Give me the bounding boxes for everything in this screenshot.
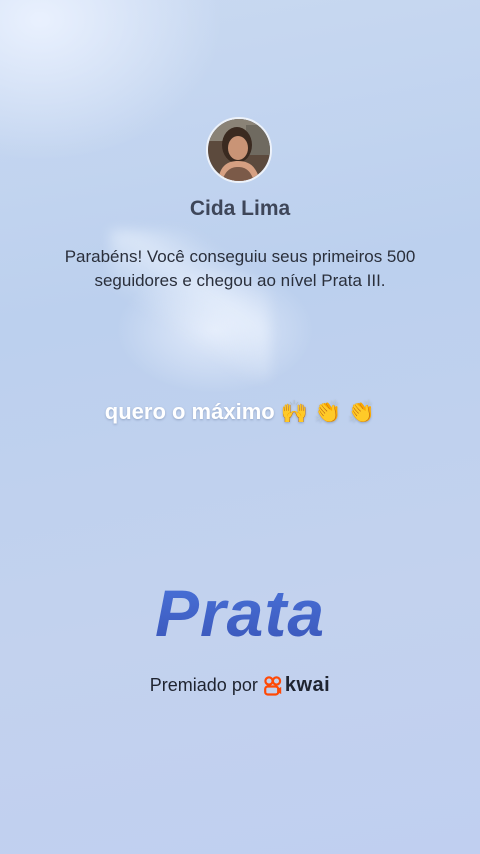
kwai-icon <box>263 675 282 696</box>
user-name: Cida Lima <box>189 197 291 220</box>
level-title: Prata <box>0 575 480 651</box>
kwai-wordmark: kwai <box>284 674 331 696</box>
achievement-message: Parabéns! Você conseguiu seus primeiros … <box>64 247 416 290</box>
comment-text: quero o máximo 🙌 👏 👏 <box>104 399 376 424</box>
sponsor-line: Premiado por kwai <box>0 674 480 697</box>
sponsor-label: Premiado por <box>149 675 258 695</box>
avatar-image <box>208 119 270 181</box>
avatar[interactable] <box>206 117 272 183</box>
kwai-logo: kwai <box>263 674 331 697</box>
